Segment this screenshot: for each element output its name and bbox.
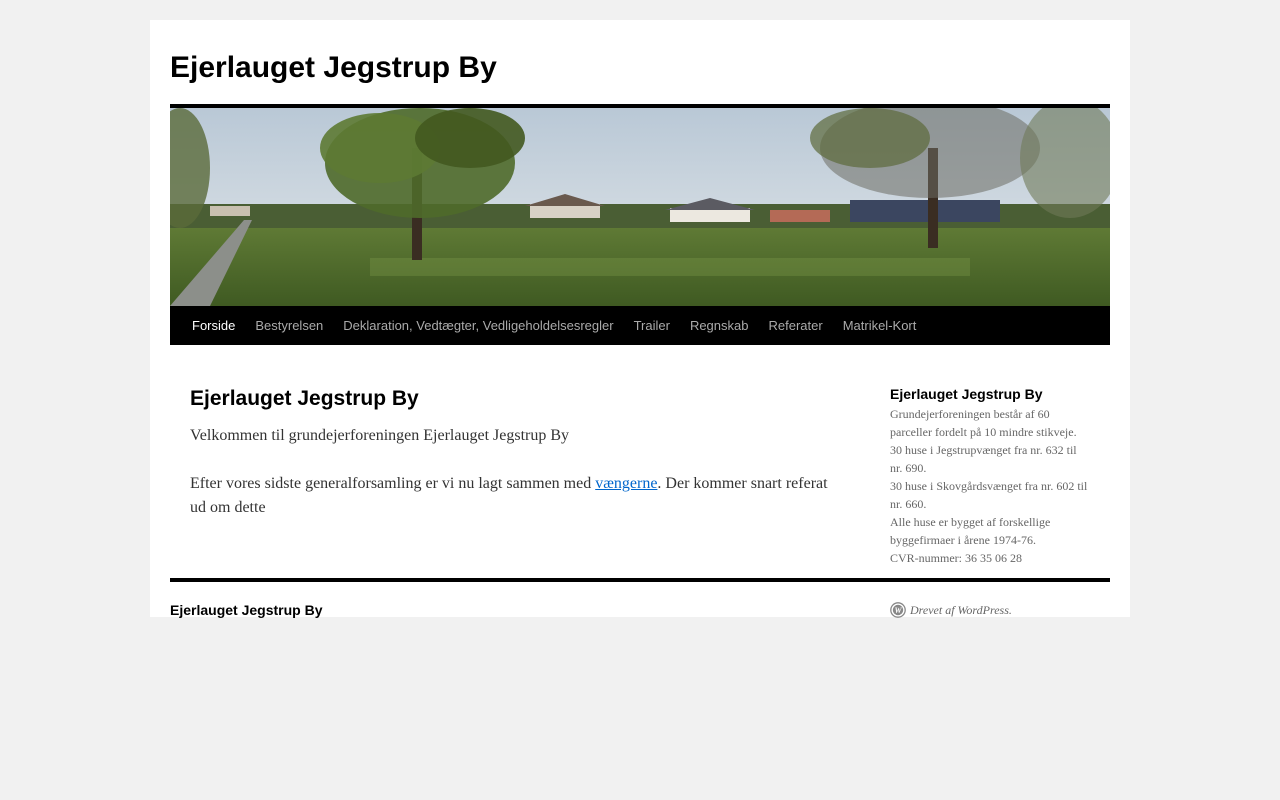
announcement-paragraph: Efter vores sidste generalforsamling er … [190,472,830,520]
vaengerne-link[interactable]: vængerne [595,475,657,492]
svg-text:W: W [894,606,902,615]
nav-link-matrikel-kort[interactable]: Matrikel-Kort [833,306,927,345]
sidebar-line: 30 huse i Jegstrupvænget fra nr. 632 til… [890,443,1077,475]
entry-title: Ejerlauget Jegstrup By [190,387,419,410]
header-photo [170,108,1110,306]
sidebar-widget-text: Grundejerforeningen består af 60 parcell… [890,405,1090,567]
header-image [170,108,1110,306]
sidebar-line: Alle huse er bygget af forskellige bygge… [890,515,1051,547]
nav-item-deklaration: Deklaration, Vedtægter, Vedligeholdelses… [333,306,623,345]
nav-link-regnskab[interactable]: Regnskab [680,306,759,345]
sidebar: Ejerlauget Jegstrup By Grundejerforening… [890,384,1090,567]
site-title[interactable]: Ejerlauget Jegstrup By [170,50,497,86]
powered-by-link[interactable]: W Drevet af WordPress. [890,600,1012,620]
sidebar-line: 30 huse i Skovgårdsvænget fra nr. 602 ti… [890,479,1088,511]
powered-by-text: Drevet af WordPress. [910,603,1012,617]
nav-link-trailer[interactable]: Trailer [624,306,680,345]
page-wrapper: Ejerlauget Jegstrup By Forside Bestyrels… [150,20,1130,620]
nav-link-bestyrelsen[interactable]: Bestyrelsen [245,306,333,345]
nav-link-referater[interactable]: Referater [758,306,832,345]
footer-site-title[interactable]: Ejerlauget Jegstrup By [170,600,323,620]
nav-link-deklaration[interactable]: Deklaration, Vedtægter, Vedligeholdelses… [333,306,623,345]
nav-item-matrikel-kort: Matrikel-Kort [833,306,927,345]
wordpress-icon: W [890,602,906,618]
sidebar-widget-title: Ejerlauget Jegstrup By [890,386,1043,402]
sidebar-line: CVR-nummer: 36 35 06 28 [890,551,1022,565]
nav-item-bestyrelsen: Bestyrelsen [245,306,333,345]
footer-divider [170,578,1110,582]
sidebar-line: Grundejerforeningen består af 60 parcell… [890,407,1077,439]
welcome-paragraph: Velkommen til grundejerforeningen Ejerla… [190,427,570,444]
nav-item-forside: Forside [182,306,245,345]
nav-item-trailer: Trailer [624,306,680,345]
main-navigation: Forside Bestyrelsen Deklaration, Vedtægt… [170,306,1110,345]
nav-item-referater: Referater [758,306,832,345]
announcement-text-start: Efter vores sidste generalforsamling er … [190,475,596,492]
nav-item-regnskab: Regnskab [680,306,759,345]
entry-content: Velkommen til grundejerforeningen Ejerla… [190,424,830,544]
nav-link-forside[interactable]: Forside [182,306,245,345]
